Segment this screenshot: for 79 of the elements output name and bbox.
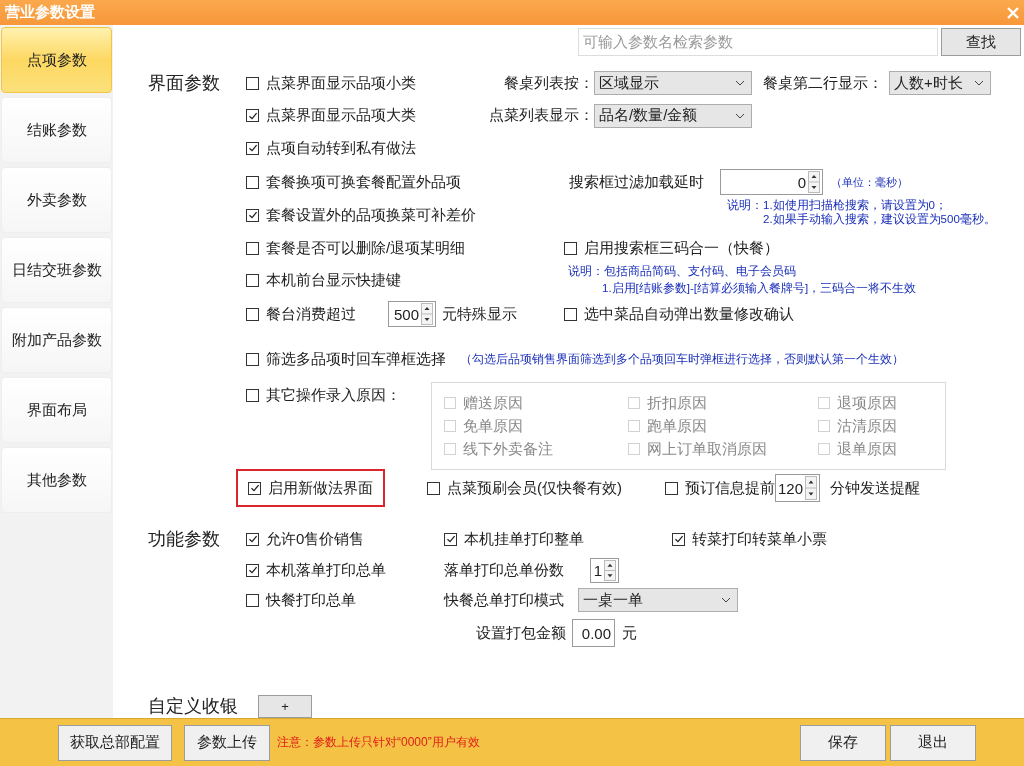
checkbox[interactable]: 筛选多品项时回车弹框选择 [246,349,446,369]
hint-text: 1.启用[结账参数]-[结算必须输入餐牌号]，三码合一将不生效 [601,281,918,296]
sidebar-tab[interactable]: 结账参数 [1,97,112,163]
checkmark-icon [445,534,456,544]
window-title: 营业参数设置 [5,3,95,22]
checkmark-icon [247,143,258,153]
checkbox[interactable]: 本机落单打印总单 [246,560,386,580]
checkbox[interactable]: 点菜界面显示品项大类 [246,106,416,125]
sidebar-tab[interactable]: 日结交班参数 [1,237,112,303]
spinner-arrows-icon[interactable] [808,171,820,193]
checkbox[interactable]: 启用搜索框三码合一（快餐） [564,238,779,258]
checkbox[interactable]: 套餐是否可以删除/退项某明细 [246,238,466,258]
checkbox[interactable]: 其它操作录入原因： [246,385,401,405]
field-label: 设置打包金额 [476,623,566,643]
dropdown[interactable]: 人数+时长 [889,71,991,95]
section-heading: 功能参数 [148,528,220,551]
checkbox[interactable]: 本机挂单打印整单 [444,529,584,549]
field-label: 餐桌列表按： [504,73,594,93]
field-label: 搜索框过滤加载延时 [569,172,705,192]
checkbox[interactable]: 选中菜品自动弹出数量修改确认 [564,304,794,324]
sidebar-tab[interactable]: 其他参数 [1,447,112,513]
section-heading: 界面参数 [148,72,220,95]
checkbox[interactable]: 点菜预刷会员(仅快餐有效) [427,478,622,498]
sidebar-tab[interactable]: 外卖参数 [1,167,112,233]
unit-label: 元 [622,623,637,643]
number-field[interactable]: 0 [720,169,823,195]
footer-button[interactable]: 获取总部配置 [58,724,172,761]
checkbox[interactable]: 预订信息提前 [665,478,775,498]
chevron-down-icon [735,112,745,119]
hint-text: 说明：包括商品简码、支付码、电子会员码 [568,264,797,279]
field-label: 快餐总单打印模式 [444,590,564,610]
chevron-down-icon [974,80,984,86]
sidebar-tab[interactable]: 界面布局 [1,377,112,443]
checkmark-icon [247,210,258,220]
dropdown[interactable]: 品名/数量/金额 [594,103,752,128]
search-button[interactable]: 查找 [941,28,1021,56]
spinner-arrows-icon[interactable] [604,559,616,581]
hint-text: 说明：1.如使用扫描枪搜索，请设置为0； [727,198,948,212]
checkbox[interactable]: 启用新做法界面 [248,478,373,498]
checkbox[interactable]: 快餐打印总单 [246,590,356,610]
checkbox[interactable]: 点菜界面显示品项小类 [246,73,416,93]
dropdown[interactable]: 区域显示 [594,71,752,95]
checkbox[interactable]: 允许0售价销售 [246,529,365,549]
chevron-down-icon [721,597,731,603]
field-label: 落单打印总单份数 [444,560,564,580]
hint-text: （勾选后品项销售界面筛选到多个品项回车时弹框进行选择，否则默认第一个生效） [460,351,904,367]
amount-field[interactable]: 0.00 [572,619,615,647]
number-field[interactable]: 500 [388,301,436,327]
checkbox[interactable]: 转菜打印转菜单小票 [672,529,827,549]
warning-text: 注意：参数上传只针对“0000”用户有效 [277,734,480,751]
hint-text: 2.如果手动输入搜索，建议设置为500毫秒。 [762,212,997,226]
number-field[interactable]: 1 [590,557,619,583]
field-label: 点菜列表显示： [489,106,594,125]
field-label: 餐桌第二行显示： [763,73,883,93]
checkmark-icon [247,110,258,121]
checkmark-icon [673,534,684,544]
chevron-down-icon [735,80,745,86]
checkmark-icon [247,565,258,575]
spinner-arrows-icon[interactable] [421,303,433,325]
sidebar-tab[interactable]: 点项参数 [1,27,112,93]
checkbox[interactable]: 餐台消费超过 [246,304,356,324]
checkmark-icon [249,483,260,493]
sidebar-tab[interactable]: 附加产品参数 [1,307,112,373]
footer-button[interactable]: 退出 [890,724,976,761]
checkbox[interactable]: 套餐换项可换套餐配置外品项 [246,172,461,192]
add-button[interactable]: + [258,694,312,718]
footer-button[interactable]: 保存 [800,724,886,761]
footer-button[interactable]: 参数上传 [184,724,270,761]
unit-hint: （单位：毫秒） [831,174,908,190]
checkmark-icon [247,534,258,544]
dropdown[interactable]: 一桌一单 [578,588,738,612]
section-heading: 自定义收银 [148,695,238,718]
number-field[interactable]: 120 [775,474,820,502]
checkbox[interactable]: 点项自动转到私有做法 [246,138,416,158]
checkbox[interactable]: 套餐设置外的品项换菜可补差价 [246,205,476,225]
unit-label: 元特殊显示 [442,304,517,324]
spinner-arrows-icon[interactable] [805,476,817,500]
unit-label: 分钟发送提醒 [830,478,920,498]
checkbox[interactable]: 本机前台显示快捷键 [246,270,401,290]
